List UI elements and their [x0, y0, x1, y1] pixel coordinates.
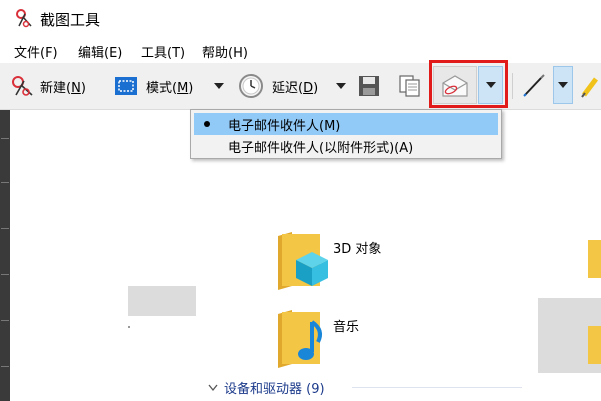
explorer-item-3d-objects[interactable]: 3D 对象 [270, 230, 410, 292]
pen-button[interactable] [516, 63, 552, 109]
new-button-label: 新建(N) [40, 80, 86, 96]
menu-item-label: 电子邮件收件人(M) [228, 118, 341, 134]
scissors-icon [16, 9, 32, 28]
menu-item-email-recipient[interactable]: 电子邮件收件人(M) [194, 113, 498, 135]
section-header-devices[interactable]: 设备和驱动器 (9) [208, 378, 325, 397]
chevron-down-icon [214, 83, 224, 89]
strip-tick [1, 138, 9, 139]
chevron-down-icon [208, 384, 218, 391]
highlighter-icon [581, 77, 598, 98]
send-email-dropdown-menu: 电子邮件收件人(M) 电子邮件收件人(以附件形式)(A) [190, 109, 502, 159]
delay-button[interactable]: 延迟(D) [238, 63, 336, 109]
toolbar-separator [512, 73, 513, 99]
section-header-label: 设备和驱动器 (9) [224, 382, 325, 397]
explorer-item-label: 3D 对象 [333, 242, 382, 257]
new-button[interactable]: 新建(N) [10, 63, 102, 109]
mode-dropdown-button[interactable] [214, 63, 228, 109]
chevron-down-icon [336, 83, 346, 89]
menu-file[interactable]: 文件(F) [14, 42, 58, 61]
menu-item-email-attachment[interactable]: 电子邮件收件人(以附件形式)(A) [194, 135, 498, 157]
strip-tick [1, 274, 9, 275]
menu-tools[interactable]: 工具(T) [141, 42, 185, 61]
scissors-icon [12, 76, 33, 96]
strip-tick [1, 366, 9, 367]
explorer-item-label: 音乐 [333, 320, 360, 335]
copy-button[interactable] [398, 63, 424, 109]
menu-item-label: 电子邮件收件人(以附件形式)(A) [228, 140, 414, 156]
save-button[interactable] [358, 63, 382, 109]
chevron-down-icon [558, 82, 568, 88]
copy-icon [399, 75, 420, 97]
strip-tick [1, 182, 9, 183]
section-divider [352, 387, 522, 388]
mode-button-label: 模式(M) [146, 80, 194, 96]
strip-tick [1, 228, 9, 229]
dot [128, 326, 130, 328]
highlight-box [429, 60, 508, 108]
window-title: 截图工具 [40, 11, 101, 29]
clock-icon [239, 74, 263, 98]
pen-icon [523, 74, 545, 97]
menu-edit[interactable]: 编辑(E) [78, 42, 122, 61]
menu-help[interactable]: 帮助(H) [202, 42, 248, 61]
folder-icon [588, 326, 601, 364]
pen-dropdown-button[interactable] [553, 66, 573, 104]
title-bar: 截图工具 [0, 0, 601, 38]
toolbar: 新建(N) 模式(M) 延迟(D) [0, 63, 601, 110]
3d-objects-folder-icon [278, 232, 328, 290]
menu-bar: 文件(F) 编辑(E) 工具(T) 帮助(H) [0, 38, 601, 62]
gray-panel [128, 286, 196, 316]
explorer-item-music[interactable]: 音乐 [270, 308, 410, 370]
strip-tick [1, 320, 9, 321]
music-folder-icon [278, 310, 322, 368]
mode-button[interactable]: 模式(M) [114, 63, 210, 109]
highlighter-button[interactable] [578, 63, 601, 109]
rectangle-snip-icon [115, 77, 137, 95]
delay-button-label: 延迟(D) [272, 80, 319, 96]
background-window-edge [0, 110, 10, 401]
delay-dropdown-button[interactable] [336, 63, 350, 109]
bullet-icon [204, 121, 210, 127]
save-icon [359, 76, 379, 96]
folder-icon [588, 240, 601, 278]
